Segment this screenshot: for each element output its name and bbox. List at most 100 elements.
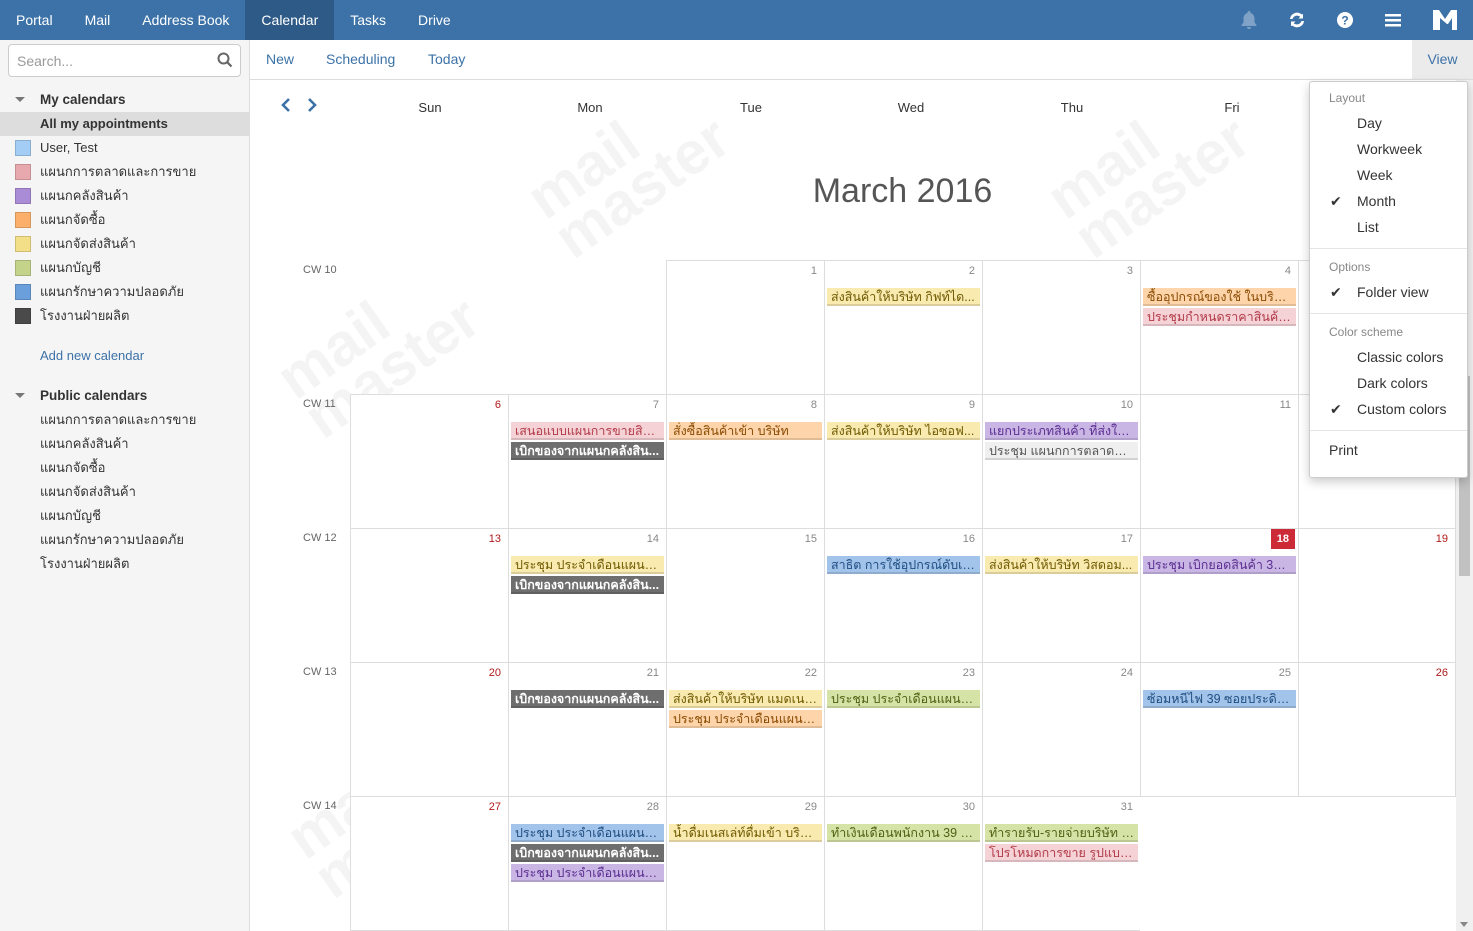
- color-swatch[interactable]: [15, 260, 31, 276]
- day-number[interactable]: 1: [811, 265, 817, 277]
- public-calendar-item[interactable]: แผนกการตลาดและการขาย: [0, 408, 249, 432]
- app-tab-calendar[interactable]: Calendar: [245, 0, 335, 40]
- appointment-chip[interactable]: ประชุม ประจำเดือนแผนก...: [511, 556, 664, 574]
- color-swatch[interactable]: [15, 308, 31, 324]
- appointment-chip[interactable]: เสนอแบบแผนการขายสิน...: [511, 422, 664, 440]
- appointment-chip[interactable]: ส่งสินค้าให้บริษัท ไอซอฟ...: [827, 422, 980, 440]
- day-number[interactable]: 26: [1436, 667, 1448, 679]
- public-calendar-item[interactable]: แผนกบัญชี: [0, 504, 249, 528]
- day-number[interactable]: 6: [495, 399, 501, 411]
- my-calendars-header[interactable]: My calendars: [0, 88, 249, 112]
- view-menu-button[interactable]: View: [1412, 40, 1473, 79]
- appointment-chip[interactable]: เบิกของจากแผนกคลังสิน...: [511, 844, 664, 862]
- today-button[interactable]: Today: [412, 40, 481, 79]
- collapse-caret-icon[interactable]: [15, 393, 25, 398]
- appointment-chip[interactable]: เบิกของจากแผนกคลังสิน...: [511, 576, 664, 594]
- app-tab-address-book[interactable]: Address Book: [126, 0, 245, 40]
- calendar-item[interactable]: โรงงานฝ่ายผลิต: [0, 304, 249, 328]
- day-cell[interactable]: 13: [350, 528, 508, 663]
- public-calendar-item[interactable]: แผนกจัดซื้อ: [0, 456, 249, 480]
- day-cell[interactable]: 24: [982, 662, 1140, 797]
- day-number[interactable]: 10: [1121, 399, 1133, 411]
- day-number[interactable]: 4: [1285, 265, 1291, 277]
- calendar-item-all-appointments[interactable]: All my appointments: [0, 112, 249, 136]
- day-number[interactable]: 17: [1121, 533, 1133, 545]
- day-cell[interactable]: 9 ส่งสินค้าให้บริษัท ไอซอฟ...: [824, 394, 982, 529]
- menu-item-month[interactable]: ✔ Month: [1310, 188, 1467, 214]
- day-cell[interactable]: 21 เบิกของจากแผนกคลังสิน...: [508, 662, 666, 797]
- appointment-chip[interactable]: ทำรายรับ-รายจ่ายบริษัท 3...: [985, 824, 1138, 842]
- appointment-chip[interactable]: ประชุม แผนกการตลาดแล...: [985, 442, 1138, 460]
- calendar-item[interactable]: แผนกจัดส่งสินค้า: [0, 232, 249, 256]
- appointment-chip[interactable]: ประชุม ประจำเดือนแผนก...: [827, 690, 980, 708]
- search-icon[interactable]: [217, 52, 233, 71]
- day-cell[interactable]: 29 น้ำดื่มเนสเล่ท์ดื่มเข้า บริษัท...: [666, 796, 824, 931]
- menu-item-workweek[interactable]: Workweek: [1310, 136, 1467, 162]
- day-number[interactable]: 25: [1279, 667, 1291, 679]
- appointment-chip[interactable]: ส่งสินค้าให้บริษัท วิสดอม...: [985, 556, 1138, 574]
- day-cell[interactable]: 2 ส่งสินค้าให้บริษัท กิฟท์ได...: [824, 260, 982, 395]
- app-tab-mail[interactable]: Mail: [69, 0, 127, 40]
- day-cell[interactable]: 30 ทำเงินเดือนพนักงาน 39 ซ...: [824, 796, 982, 931]
- appointment-chip[interactable]: ประชุม ประจำเดือนแผนก...: [511, 864, 664, 882]
- day-number[interactable]: 14: [647, 533, 659, 545]
- day-number[interactable]: 24: [1121, 667, 1133, 679]
- calendar-item[interactable]: แผนกคลังสินค้า: [0, 184, 249, 208]
- appointment-chip[interactable]: โปรโหมดการขาย รูปแบบ...: [985, 844, 1138, 862]
- appointment-chip[interactable]: เบิกของจากแผนกคลังสิน...: [511, 442, 664, 460]
- day-number[interactable]: 29: [805, 801, 817, 813]
- appointment-chip[interactable]: สั่งซื้อสินค้าเข้า บริษัท: [669, 422, 822, 440]
- day-cell[interactable]: 4 ซื้ออุปกรณ์ของใช้ ในบริษั... ประชุมกำหนด…: [1140, 260, 1298, 395]
- collapse-caret-icon[interactable]: [15, 97, 25, 102]
- day-number[interactable]: 31: [1121, 801, 1133, 813]
- app-tab-drive[interactable]: Drive: [402, 0, 467, 40]
- color-swatch[interactable]: [15, 212, 31, 228]
- color-swatch[interactable]: [15, 284, 31, 300]
- scheduling-button[interactable]: Scheduling: [310, 40, 411, 79]
- color-swatch[interactable]: [15, 188, 31, 204]
- day-cell[interactable]: 25 ซ้อมหนีไฟ 39 ซอยประดิพั...: [1140, 662, 1298, 797]
- app-tab-portal[interactable]: Portal: [0, 0, 69, 40]
- help-icon[interactable]: ?: [1321, 0, 1369, 40]
- search-input[interactable]: [9, 45, 209, 76]
- appointment-chip[interactable]: ประชุมกำหนดราคาสินค้าใ...: [1143, 308, 1296, 326]
- day-cell[interactable]: 20: [350, 662, 508, 797]
- color-swatch[interactable]: [15, 164, 31, 180]
- public-calendar-item[interactable]: แผนกคลังสินค้า: [0, 432, 249, 456]
- day-cell[interactable]: 16 สาธิต การใช้อุปกรณ์ดับเพ...: [824, 528, 982, 663]
- day-cell[interactable]: 6: [350, 394, 508, 529]
- calendar-item[interactable]: แผนกรักษาความปลอดภัย: [0, 280, 249, 304]
- menu-item-custom-colors[interactable]: ✔ Custom colors: [1310, 396, 1467, 422]
- refresh-icon[interactable]: [1273, 0, 1321, 40]
- today-day-number[interactable]: 18: [1270, 529, 1295, 549]
- menu-icon[interactable]: [1369, 0, 1417, 40]
- menu-item-folder-view[interactable]: ✔ Folder view: [1310, 279, 1467, 305]
- day-cell[interactable]: 18 ประชุม เบิกยอดสินค้า 39 ...: [1140, 528, 1298, 663]
- day-cell[interactable]: 27: [350, 796, 508, 931]
- day-number[interactable]: 8: [811, 399, 817, 411]
- day-number[interactable]: 20: [489, 667, 501, 679]
- day-cell[interactable]: 22 ส่งสินค้าให้บริษัท แมดเนส... ประชุม ประ…: [666, 662, 824, 797]
- appointment-chip[interactable]: ประชุม ประจำเดือนแผนก...: [511, 824, 664, 842]
- appointment-chip[interactable]: เบิกของจากแผนกคลังสิน...: [511, 690, 664, 708]
- app-tab-tasks[interactable]: Tasks: [334, 0, 402, 40]
- day-cell[interactable]: 17 ส่งสินค้าให้บริษัท วิสดอม...: [982, 528, 1140, 663]
- day-number[interactable]: 7: [653, 399, 659, 411]
- day-number[interactable]: 2: [969, 265, 975, 277]
- appointment-chip[interactable]: ส่งสินค้าให้บริษัท กิฟท์ได...: [827, 288, 980, 306]
- day-number[interactable]: 23: [963, 667, 975, 679]
- day-cell[interactable]: 1: [666, 260, 824, 395]
- public-calendar-item[interactable]: โรงงานฝ่ายผลิต: [0, 552, 249, 576]
- menu-item-classic-colors[interactable]: Classic colors: [1310, 344, 1467, 370]
- appointment-chip[interactable]: ทำเงินเดือนพนักงาน 39 ซ...: [827, 824, 980, 842]
- appointment-chip[interactable]: ซื้ออุปกรณ์ของใช้ ในบริษั...: [1143, 288, 1296, 306]
- day-cell[interactable]: 26: [1298, 662, 1456, 797]
- day-cell[interactable]: 7 เสนอแบบแผนการขายสิน... เบิกของจากแผนกคลั…: [508, 394, 666, 529]
- color-swatch[interactable]: [15, 236, 31, 252]
- calendar-item[interactable]: แผนกการตลาดและการขาย: [0, 160, 249, 184]
- day-cell[interactable]: 14 ประชุม ประจำเดือนแผนก... เบิกของจากแผนก…: [508, 528, 666, 663]
- appointment-chip[interactable]: ซ้อมหนีไฟ 39 ซอยประดิพั...: [1143, 690, 1296, 708]
- day-cell[interactable]: 19: [1298, 528, 1456, 663]
- day-number[interactable]: 11: [1280, 399, 1291, 411]
- day-number[interactable]: 13: [489, 533, 501, 545]
